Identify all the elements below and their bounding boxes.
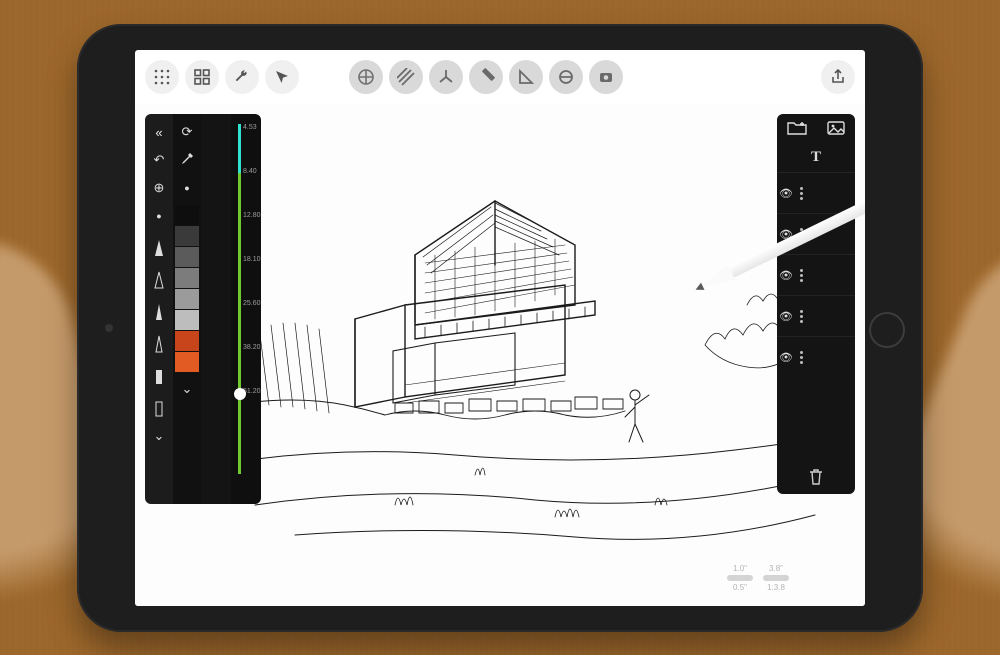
layer-row[interactable]: 👁 <box>777 213 855 254</box>
grid-3x3-icon[interactable] <box>145 60 179 94</box>
text-tool[interactable]: T <box>777 142 855 172</box>
scale-value: 3.8" <box>769 564 783 573</box>
compass-icon[interactable] <box>549 60 583 94</box>
size-tick: 38.20 <box>243 344 261 351</box>
color-swatch[interactable] <box>175 331 199 351</box>
drag-handle[interactable] <box>795 310 807 323</box>
app-screen: 1.0" 0.5" 3.8" 1:3.8 « ↶ ⊕ <box>135 50 865 606</box>
grid-2x2-icon[interactable] <box>185 60 219 94</box>
size-slider-knob[interactable] <box>234 388 246 400</box>
top-toolbar <box>135 50 865 104</box>
color-swatch[interactable] <box>175 268 199 288</box>
size-slider-track[interactable] <box>238 124 241 474</box>
visibility-icon[interactable]: 👁 <box>777 269 795 282</box>
size-tick: 18.10 <box>243 256 261 263</box>
color-swatch[interactable] <box>175 310 199 330</box>
size-tick: 12.80 <box>243 212 261 219</box>
brush-nib[interactable] <box>149 266 169 290</box>
camera-icon[interactable] <box>589 60 623 94</box>
scale-value: 1.0" <box>733 564 747 573</box>
hatch-icon[interactable] <box>389 60 423 94</box>
chevron-down-icon[interactable]: ⌄ <box>147 424 171 448</box>
refresh-icon[interactable]: ⟳ <box>175 120 199 144</box>
brush-nib[interactable] <box>149 362 169 386</box>
visibility-icon[interactable]: 👁 <box>777 228 795 241</box>
ruler-icon[interactable] <box>469 60 503 94</box>
dot-icon[interactable]: ● <box>175 176 199 200</box>
image-icon[interactable] <box>816 114 855 142</box>
pointer-icon[interactable] <box>265 60 299 94</box>
target-icon[interactable]: ⊕ <box>147 176 171 200</box>
color-swatch[interactable] <box>175 352 199 372</box>
color-swatch[interactable] <box>175 289 199 309</box>
home-button[interactable] <box>869 312 905 348</box>
wrench-icon[interactable] <box>225 60 259 94</box>
size-tick: 4.53 <box>243 124 257 131</box>
dot-icon[interactable]: ● <box>147 204 171 228</box>
brush-panel: « ↶ ⊕ ● ⌄ ⟳ <box>145 114 261 504</box>
ipad-device: 1.0" 0.5" 3.8" 1:3.8 « ↶ ⊕ <box>77 24 923 632</box>
layers-panel: T 👁 👁 👁 👁 👁 <box>777 114 855 494</box>
folder-plus-icon[interactable] <box>777 114 816 142</box>
triangle-ruler-icon[interactable] <box>509 60 543 94</box>
visibility-icon[interactable]: 👁 <box>777 351 795 364</box>
symmetry-icon[interactable] <box>349 60 383 94</box>
layer-row[interactable]: 👁 <box>777 172 855 213</box>
brush-nib[interactable] <box>149 330 169 354</box>
layer-row[interactable]: 👁 <box>777 295 855 336</box>
scale-indicator: 1.0" 0.5" 3.8" 1:3.8 <box>727 564 789 592</box>
brush-nib[interactable] <box>149 234 169 258</box>
collapse-icon[interactable]: « <box>147 120 171 144</box>
scale-value: 1:3.8 <box>767 583 785 592</box>
scale-value: 0.5" <box>733 583 747 592</box>
color-swatch[interactable] <box>175 205 199 225</box>
drag-handle[interactable] <box>795 351 807 364</box>
trash-icon[interactable] <box>777 460 855 494</box>
color-swatch[interactable] <box>175 247 199 267</box>
color-swatch[interactable] <box>175 226 199 246</box>
drag-handle[interactable] <box>795 187 807 200</box>
layer-row[interactable]: 👁 <box>777 254 855 295</box>
visibility-icon[interactable]: 👁 <box>777 187 795 200</box>
size-tick: 8.40 <box>243 168 257 175</box>
drag-handle[interactable] <box>795 269 807 282</box>
drag-handle[interactable] <box>795 228 807 241</box>
undo-icon[interactable]: ↶ <box>147 148 171 172</box>
size-tick: 25.60 <box>243 300 261 307</box>
scale-bar <box>763 575 789 581</box>
eyedropper-icon[interactable] <box>175 148 199 172</box>
share-icon[interactable] <box>821 60 855 94</box>
visibility-icon[interactable]: 👁 <box>777 310 795 323</box>
front-camera <box>105 324 113 332</box>
scale-bar <box>727 575 753 581</box>
chevron-down-icon[interactable]: ⌄ <box>175 377 199 401</box>
brush-nib[interactable] <box>149 298 169 322</box>
layer-row[interactable]: 👁 <box>777 336 855 377</box>
brush-nib[interactable] <box>149 394 169 418</box>
axis-icon[interactable] <box>429 60 463 94</box>
